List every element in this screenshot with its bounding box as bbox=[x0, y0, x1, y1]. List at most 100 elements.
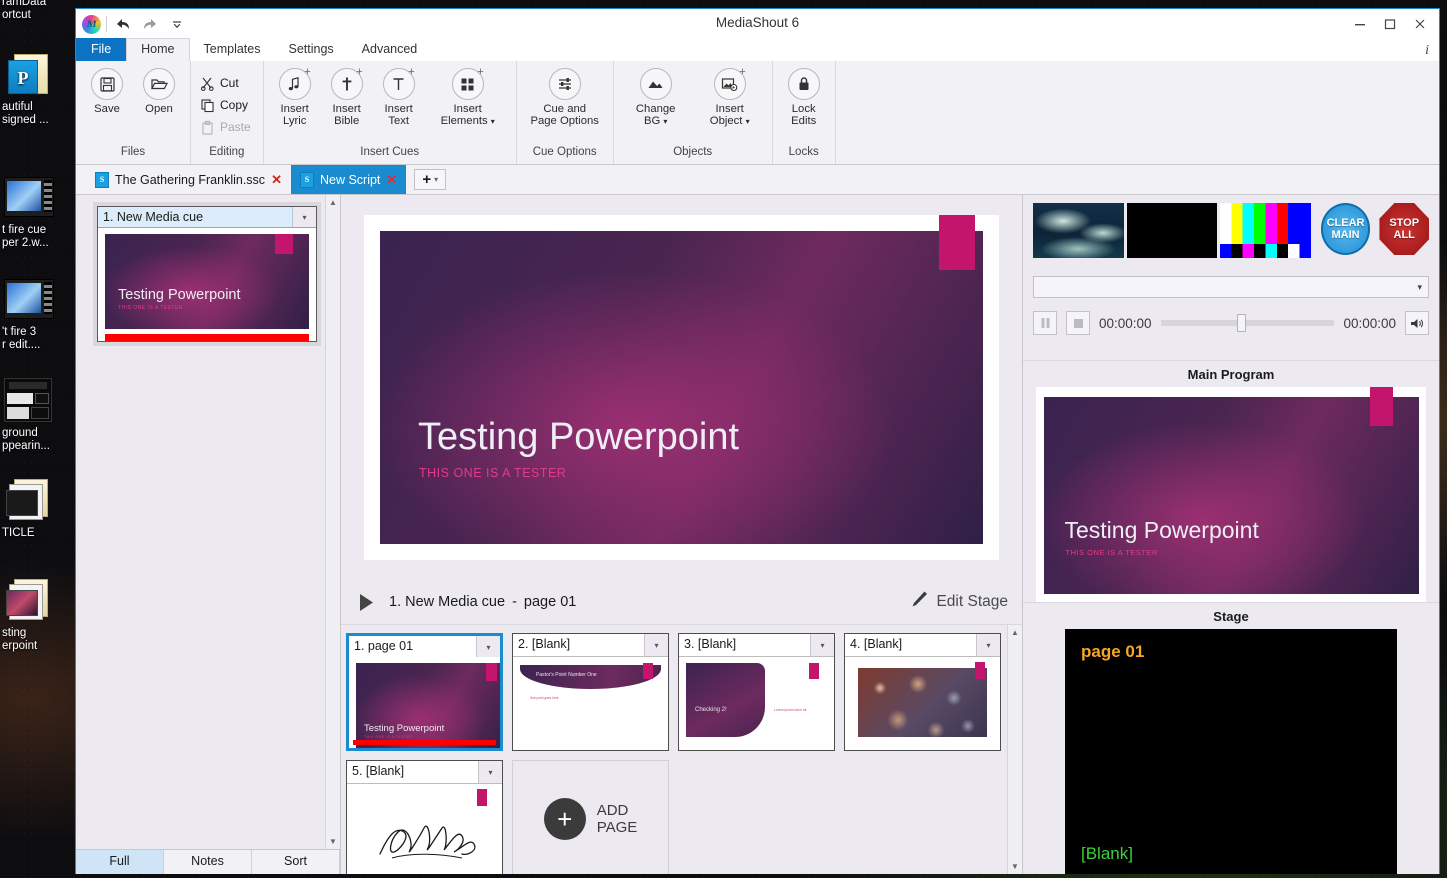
copy-button[interactable]: Copy bbox=[197, 95, 254, 115]
chevron-down-icon[interactable]: ▾ bbox=[746, 117, 750, 126]
insert-bible-button[interactable]: + Insert Bible bbox=[322, 66, 372, 129]
stage-display[interactable]: page 01 [Blank] bbox=[1065, 629, 1397, 874]
desktop-icon-video-file-2[interactable]: 't fire 3 r edit.... bbox=[0, 277, 74, 352]
scroll-down-icon[interactable]: ▼ bbox=[1008, 859, 1022, 874]
desktop-icon-powerpoint-file[interactable]: P autiful signed ... bbox=[0, 52, 74, 127]
page-card-title: 3. [Blank] bbox=[684, 637, 737, 651]
group-label-editing: Editing bbox=[209, 146, 245, 158]
chevron-down-icon: ▾ bbox=[1417, 281, 1422, 292]
ribbon-tab-advanced[interactable]: Advanced bbox=[348, 39, 432, 61]
cue-list-scrollbar[interactable]: ▲ ▼ bbox=[325, 195, 340, 849]
page-card-5[interactable]: 5. [Blank] ▾ bbox=[346, 760, 503, 874]
scissors-icon bbox=[199, 75, 215, 91]
media-progress-slider[interactable] bbox=[1160, 314, 1335, 332]
page-slide-subtitle: THIS ONE IS A TESTER bbox=[364, 735, 413, 739]
cue-view-mode-bar: Full Notes Sort bbox=[76, 849, 340, 874]
mode-notes[interactable]: Notes bbox=[164, 850, 252, 874]
speaker-icon[interactable] bbox=[1405, 311, 1429, 335]
black-slide-icon bbox=[0, 378, 74, 424]
open-button[interactable]: Open bbox=[134, 66, 184, 117]
desktop-icon-testing-powerpoint-file[interactable]: sting erpoint bbox=[0, 578, 74, 653]
page-card-2[interactable]: 2. [Blank] ▾ Pastor's Point Number One S… bbox=[512, 633, 669, 751]
center-panel: Testing Powerpoint THIS ONE IS A TESTER … bbox=[341, 195, 1022, 874]
color-bars-thumbnail-button[interactable] bbox=[1220, 203, 1311, 258]
slider-knob[interactable] bbox=[1237, 314, 1247, 332]
script-tab-new-script[interactable]: S New Script ✕ bbox=[290, 165, 407, 194]
pages-grid-scrollbar[interactable]: ▲ ▼ bbox=[1007, 625, 1022, 874]
scroll-up-icon[interactable]: ▲ bbox=[1008, 625, 1022, 640]
edit-stage-button[interactable]: Edit Stage bbox=[910, 590, 1008, 614]
desktop-icon-black-slide-file[interactable]: ground ppearin... bbox=[0, 378, 74, 453]
scroll-down-icon[interactable]: ▼ bbox=[326, 834, 340, 849]
page-card-3[interactable]: 3. [Blank] ▾ Checking 2! Lorem ipsum dol… bbox=[678, 633, 835, 751]
page-slide-thumbnail bbox=[354, 789, 495, 869]
stop-button[interactable] bbox=[1066, 311, 1090, 335]
chevron-down-icon[interactable]: ▾ bbox=[663, 117, 667, 126]
black-thumbnail-button[interactable] bbox=[1126, 203, 1218, 258]
elapsed-time: 00:00:00 bbox=[1099, 315, 1152, 331]
page-dropdown-button[interactable]: ▾ bbox=[976, 634, 1000, 656]
cue-card[interactable]: 1. New Media cue ▾ Testing Powerpoint TH… bbox=[93, 202, 321, 346]
page-bar-separator: - bbox=[512, 594, 517, 610]
desktop-icon-video-file-1[interactable]: t fire cue per 2.w... bbox=[0, 175, 74, 250]
main-program-screen[interactable]: Testing Powerpoint THIS ONE IS A TESTER bbox=[1036, 387, 1426, 602]
script-tab-strip: S The Gathering Franklin.ssc ✕ S New Scr… bbox=[76, 165, 1439, 195]
desktop-icon-programdata-shortcut[interactable]: ramData ortcut bbox=[0, 0, 74, 22]
script-tab-the-gathering-franklin[interactable]: S The Gathering Franklin.ssc ✕ bbox=[86, 165, 291, 194]
mode-full[interactable]: Full bbox=[76, 850, 164, 874]
ribbon-tab-file[interactable]: File bbox=[76, 38, 127, 61]
page-dropdown-button[interactable]: ▾ bbox=[644, 634, 668, 656]
ribbon-tab-settings[interactable]: Settings bbox=[274, 39, 347, 61]
cue-dropdown-button[interactable]: ▾ bbox=[292, 207, 316, 227]
chevron-down-icon[interactable]: ▾ bbox=[491, 117, 495, 126]
page-card-4[interactable]: 4. [Blank] ▾ bbox=[844, 633, 1001, 751]
info-icon[interactable]: i bbox=[1425, 43, 1429, 59]
powerpoint-file-icon: P bbox=[0, 52, 74, 98]
cue-and-page-options-button[interactable]: Cue and Page Options bbox=[523, 66, 607, 129]
close-icon[interactable]: ✕ bbox=[271, 172, 282, 188]
add-page-button[interactable]: + ADD PAGE bbox=[512, 760, 669, 874]
page-dropdown-button[interactable]: ▾ bbox=[478, 761, 502, 783]
cut-button[interactable]: Cut bbox=[197, 73, 245, 93]
insert-lyric-button[interactable]: + Insert Lyric bbox=[270, 66, 320, 129]
window-controls bbox=[1345, 13, 1435, 35]
save-button[interactable]: Save bbox=[82, 66, 132, 117]
close-icon[interactable]: ✕ bbox=[386, 172, 397, 188]
pause-button[interactable] bbox=[1033, 311, 1057, 335]
images-folder-icon bbox=[0, 478, 74, 524]
insert-bible-label: Insert Bible bbox=[332, 103, 361, 127]
mediashout-window: M MediaShout 6 File Home Templates Setti… bbox=[75, 8, 1440, 874]
media-select-dropdown[interactable]: ▾ bbox=[1033, 276, 1429, 298]
desktop-icon-article-file[interactable]: TICLE bbox=[0, 478, 74, 540]
clear-main-button[interactable]: CLEAR MAIN bbox=[1320, 203, 1371, 255]
page-card-body: Checking 2! Lorem ipsum dolor sit bbox=[679, 657, 834, 750]
insert-text-button[interactable]: + Insert Text bbox=[374, 66, 424, 129]
minimize-button[interactable] bbox=[1345, 13, 1375, 35]
desktop-icon-label: 't fire 3 r edit.... bbox=[2, 326, 41, 351]
scroll-up-icon[interactable]: ▲ bbox=[326, 195, 340, 210]
insert-object-button[interactable]: + Insert Object ▾ bbox=[694, 66, 766, 130]
add-script-tab-button[interactable]: + ▾ bbox=[414, 169, 447, 190]
stop-all-button[interactable]: STOP ALL bbox=[1379, 203, 1429, 255]
cue-title: 1. New Media cue bbox=[103, 210, 204, 224]
mode-sort[interactable]: Sort bbox=[252, 850, 340, 874]
clouds-thumbnail-button[interactable] bbox=[1033, 203, 1124, 258]
ribbon-tab-home[interactable]: Home bbox=[126, 38, 190, 61]
insert-elements-button[interactable]: + Insert Elements ▾ bbox=[426, 66, 510, 130]
close-button[interactable] bbox=[1405, 13, 1435, 35]
window-title: MediaShout 6 bbox=[715, 15, 800, 30]
signature-image bbox=[379, 825, 476, 859]
slide-accent-flag bbox=[275, 234, 293, 254]
play-triangle-icon[interactable] bbox=[351, 593, 381, 612]
chevron-down-icon[interactable]: ▾ bbox=[434, 175, 438, 184]
ribbon-tab-templates[interactable]: Templates bbox=[190, 39, 275, 61]
page-dropdown-button[interactable]: ▾ bbox=[476, 636, 500, 658]
chevron-down-icon: ▾ bbox=[820, 640, 825, 650]
maximize-button[interactable] bbox=[1375, 13, 1405, 35]
page-card-1[interactable]: 1. page 01 ▾ Testing Powerpoint THIS ONE… bbox=[346, 633, 503, 751]
change-bg-button[interactable]: Change BG ▾ bbox=[620, 66, 692, 130]
text-t-icon: + bbox=[382, 66, 415, 100]
slide-preview-frame[interactable]: Testing Powerpoint THIS ONE IS A TESTER bbox=[364, 215, 999, 560]
page-dropdown-button[interactable]: ▾ bbox=[810, 634, 834, 656]
lock-edits-button[interactable]: Lock Edits bbox=[779, 66, 829, 129]
